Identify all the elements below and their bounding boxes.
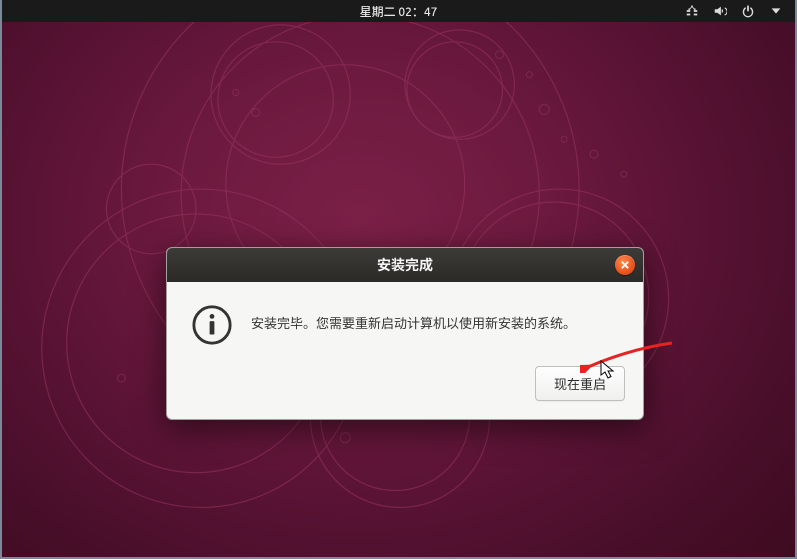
close-icon (621, 261, 629, 269)
datetime-label: 星期二 02：47 (360, 3, 438, 20)
dialog-titlebar[interactable]: 安装完成 (167, 248, 643, 282)
network-icon[interactable] (685, 4, 699, 18)
chevron-down-icon[interactable] (769, 4, 783, 18)
dialog-actions: 现在重启 (167, 358, 643, 419)
dialog-body: 安装完毕。您需要重新启动计算机以使用新安装的系统。 (167, 282, 643, 358)
dialog-title: 安装完成 (377, 255, 433, 275)
system-tray (685, 4, 795, 18)
close-button[interactable] (615, 255, 635, 275)
install-complete-dialog: 安装完成 安装完毕。您需要重新启动计算机以使用新安装的系统。 现在重启 (166, 247, 644, 420)
desktop: 星期二 02：47 安装完成 (0, 0, 797, 559)
info-icon (191, 304, 233, 346)
top-panel: 星期二 02：47 (2, 0, 795, 22)
clock-area[interactable]: 星期二 02：47 (360, 3, 438, 20)
volume-icon[interactable] (713, 4, 727, 18)
dialog-message: 安装完毕。您需要重新启动计算机以使用新安装的系统。 (251, 315, 576, 335)
restart-now-button[interactable]: 现在重启 (535, 366, 625, 401)
power-icon[interactable] (741, 4, 755, 18)
